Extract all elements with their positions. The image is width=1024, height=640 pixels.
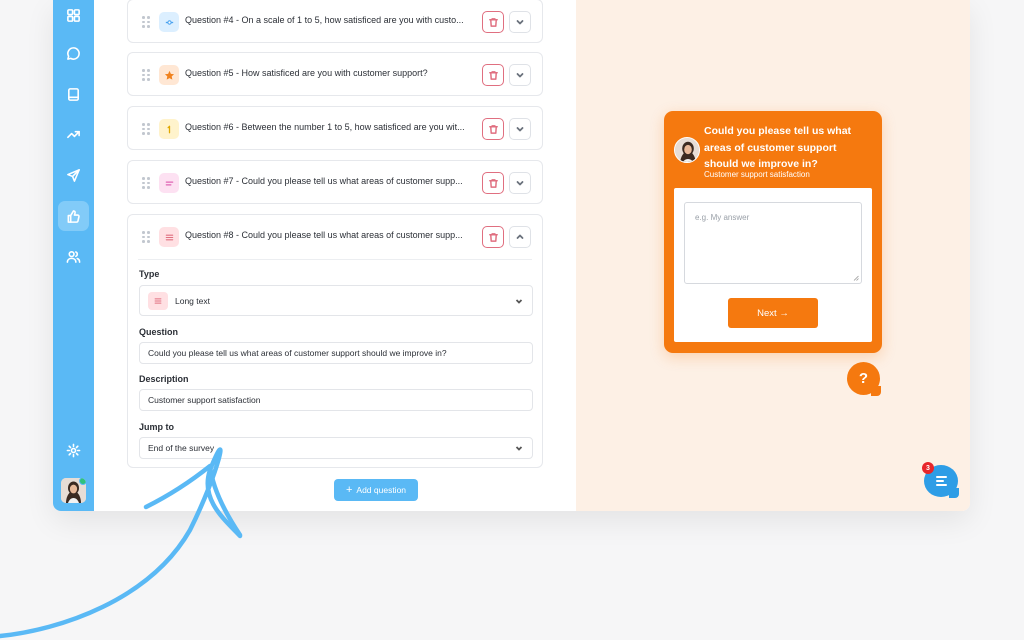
survey-preview: Could you please tell us what areas of c…: [576, 0, 970, 511]
app-window: Question #4 - On a scale of 1 to 5, how …: [53, 0, 970, 511]
expand-button[interactable]: [509, 64, 531, 86]
question-card-expanded: Question #8 - Could you please tell us w…: [127, 214, 543, 468]
drag-handle-icon[interactable]: [142, 69, 150, 81]
plus-icon: +: [345, 484, 353, 496]
next-button[interactable]: Next →: [728, 298, 818, 328]
sidebar-item-dashboard[interactable]: [58, 0, 89, 30]
expand-button[interactable]: [509, 11, 531, 33]
drag-handle-icon[interactable]: [142, 16, 150, 28]
expand-button[interactable]: [509, 172, 531, 194]
delete-button[interactable]: [482, 11, 504, 33]
short-text-icon: [159, 173, 179, 193]
long-text-icon: [159, 227, 179, 247]
number-icon: [159, 119, 179, 139]
users-icon: [66, 250, 81, 263]
collapse-button[interactable]: [509, 226, 531, 248]
chat-lines-icon: [935, 476, 947, 486]
chevron-down-icon: [516, 127, 524, 132]
help-button[interactable]: ?: [847, 362, 881, 396]
description-label: Description: [139, 374, 189, 384]
chat-icon: [67, 46, 80, 60]
question-title: Question #5 - How satisficed are you wit…: [185, 68, 428, 78]
chevron-down-icon: [515, 444, 523, 452]
grid-icon: [67, 8, 80, 22]
long-text-icon: [148, 291, 168, 310]
jump-to-select-value: End of the survey: [148, 443, 215, 453]
trash-icon: [488, 124, 498, 134]
description-input[interactable]: Customer support satisfaction: [139, 389, 533, 411]
chevron-down-icon: [515, 297, 523, 305]
sidebar: [53, 0, 94, 511]
delete-button[interactable]: [482, 226, 504, 248]
expand-button[interactable]: [509, 118, 531, 140]
jump-to-label: Jump to: [139, 422, 174, 432]
send-icon: [67, 168, 80, 182]
type-label: Type: [139, 269, 160, 279]
drag-handle-icon[interactable]: [142, 231, 150, 243]
star-icon: [159, 65, 179, 85]
question-card[interactable]: Question #6 - Between the number 1 to 5,…: [127, 106, 543, 150]
question-title: Question #6 - Between the number 1 to 5,…: [185, 122, 465, 132]
sidebar-item-chat[interactable]: [58, 38, 89, 68]
trash-icon: [488, 178, 498, 188]
trend-icon: [67, 130, 80, 138]
drag-handle-icon[interactable]: [142, 177, 150, 189]
answer-placeholder: e.g. My answer: [695, 213, 750, 222]
trash-icon: [488, 70, 498, 80]
chevron-down-icon: [516, 181, 524, 186]
type-select-value: Long text: [175, 295, 210, 306]
trash-icon: [488, 17, 498, 27]
description-input-value: Customer support satisfaction: [148, 395, 261, 405]
delete-button[interactable]: [482, 172, 504, 194]
thumbs-up-icon: [67, 209, 80, 223]
sidebar-item-reports[interactable]: [58, 119, 89, 149]
question-input-value: Could you please tell us what areas of c…: [148, 348, 447, 358]
user-avatar[interactable]: [61, 478, 86, 503]
notification-badge: 3: [922, 462, 934, 474]
sidebar-item-campaigns[interactable]: [58, 160, 89, 190]
online-status-dot: [79, 478, 86, 485]
add-question-button[interactable]: + Add question: [334, 479, 418, 501]
add-question-label: Add question: [356, 485, 407, 495]
trash-icon: [488, 232, 498, 242]
question-title: Question #4 - On a scale of 1 to 5, how …: [185, 15, 464, 25]
agent-avatar: [674, 137, 700, 163]
question-title: Question #8 - Could you please tell us w…: [185, 230, 463, 240]
question-label: Question: [139, 327, 179, 337]
sidebar-item-surveys[interactable]: [58, 201, 89, 231]
question-card[interactable]: Question #7 - Could you please tell us w…: [127, 160, 543, 204]
answer-textarea[interactable]: e.g. My answer: [684, 202, 862, 284]
sidebar-item-settings[interactable]: [58, 435, 89, 465]
divider: [138, 259, 532, 260]
question-title: Question #7 - Could you please tell us w…: [185, 176, 463, 186]
book-icon: [68, 87, 79, 101]
question-card[interactable]: Question #5 - How satisficed are you wit…: [127, 52, 543, 96]
widget-question-description: Customer support satisfaction: [704, 170, 810, 179]
drag-handle-icon[interactable]: [142, 123, 150, 135]
widget-question-title: Could you please tell us what areas of c…: [704, 125, 852, 170]
survey-editor: Question #4 - On a scale of 1 to 5, how …: [94, 0, 576, 511]
question-card[interactable]: Question #4 - On a scale of 1 to 5, how …: [127, 0, 543, 43]
gear-icon: [66, 443, 81, 457]
sidebar-item-knowledge[interactable]: [58, 79, 89, 109]
widget-body: e.g. My answer Next →: [674, 188, 872, 342]
delete-button[interactable]: [482, 118, 504, 140]
chevron-down-icon: [516, 73, 524, 78]
question-mark-icon: ?: [858, 370, 869, 387]
survey-widget: Could you please tell us what areas of c…: [664, 111, 882, 353]
chevron-up-icon: [516, 234, 524, 239]
question-input[interactable]: Could you please tell us what areas of c…: [139, 342, 533, 364]
slider-icon: [159, 12, 179, 32]
jump-to-select[interactable]: End of the survey: [139, 437, 533, 459]
chevron-down-icon: [516, 20, 524, 25]
type-select[interactable]: Long text: [139, 285, 533, 316]
delete-button[interactable]: [482, 64, 504, 86]
sidebar-item-contacts[interactable]: [58, 241, 89, 271]
resize-grip-icon[interactable]: [853, 275, 859, 281]
